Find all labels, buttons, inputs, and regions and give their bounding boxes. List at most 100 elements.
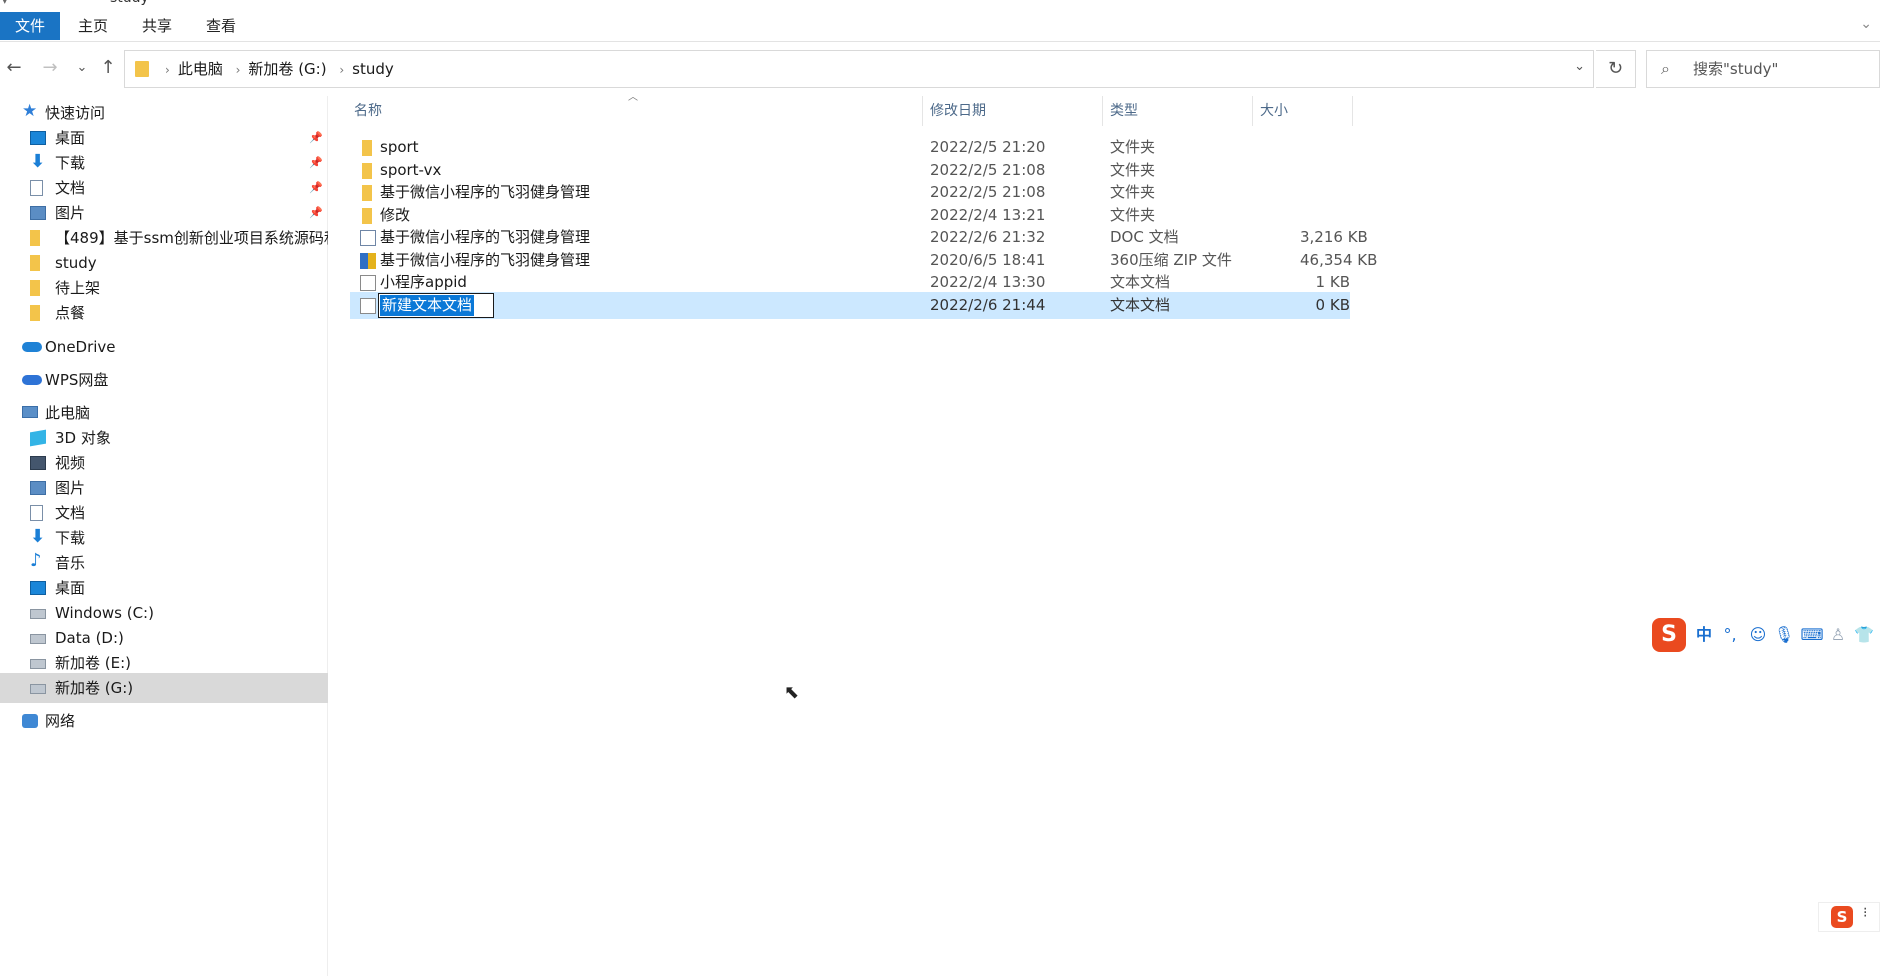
up-button[interactable]: ↑ [96,56,120,80]
drive-icon [30,609,46,619]
star-icon: ★ [22,101,38,121]
chevron-right-icon[interactable]: › [165,63,170,77]
chevron-right-icon[interactable]: › [236,63,241,77]
back-button[interactable]: ← [2,56,26,80]
folder-icon [362,140,372,156]
address-bar[interactable]: › 此电脑 › 新加卷 (G:) › study ⌄ [124,50,1594,88]
3d-objects-icon [30,429,46,447]
recent-locations-button[interactable]: ⌄ [70,56,94,80]
rename-selected-text[interactable]: 新建文本文档 [380,294,475,316]
ime-toolbar: S 中 °, ☺ 🎙 ⌨ ♙ 👕 [1652,618,1880,654]
emoji-icon[interactable]: ☺ [1746,622,1770,648]
file-row[interactable]: 新建文本文档 2022/2/6 21:44 文本文档 0 KB [350,291,1350,319]
address-dropdown-icon[interactable]: ⌄ [1574,59,1585,74]
column-divider[interactable] [922,96,923,126]
folder-icon [135,61,149,77]
rename-input[interactable]: 新建文本文档 [378,292,494,318]
text-file-icon [360,297,376,314]
navigation-bar: ← → ⌄ ↑ › 此电脑 › 新加卷 (G:) › study ⌄ ↻ ⌕ 搜索"s… [0,48,1880,90]
chevron-down-icon[interactable]: ⌄ [1860,16,1872,32]
ime-mode-button[interactable]: 中 [1692,622,1716,648]
sidebar-item[interactable]: WPS网盘 [0,365,328,395]
folder-icon [30,280,40,296]
grip-icon[interactable]: ⁝ [1863,905,1867,921]
column-divider[interactable] [1352,96,1353,126]
sidebar-item-label: 新加卷 (G:) [55,679,134,697]
breadcrumb: › 此电脑 › 新加卷 (G:) › study [157,51,394,87]
drive-icon [30,659,46,669]
skin-icon[interactable]: 👕 [1852,622,1876,648]
sidebar-item-label: 网络 [45,712,76,730]
tab-view[interactable]: 查看 [198,12,244,40]
column-header-type[interactable]: 类型 [1110,96,1138,126]
sidebar-item-label: 点餐 [55,304,86,322]
this-pc-icon [22,406,38,418]
refresh-button[interactable]: ↻ [1596,50,1636,88]
folder-icon [362,185,372,201]
search-placeholder: 搜索"study" [1693,60,1779,78]
doc-file-icon [360,230,376,246]
folder-icon [30,255,40,271]
folder-icon [30,305,40,321]
tab-share[interactable]: 共享 [134,12,180,40]
sort-ascending-icon: ︿ [628,92,638,103]
column-header-name[interactable]: 名称 [354,96,382,126]
column-header-date[interactable]: 修改日期 [930,96,986,126]
title-bar: ▾ study [0,0,1880,8]
file-type: 文本文档 [1110,295,1171,314]
ribbon-tabs: 文件 主页 共享 查看 ⌄ [0,12,1880,42]
file-list: ︿ 名称 修改日期 类型 大小 sport 2022/2/5 21:20 文件夹 sp… [350,92,1377,396]
tab-home[interactable]: 主页 [70,12,116,40]
breadcrumb-this-pc[interactable]: 此电脑 [178,60,223,78]
network-icon [22,714,38,728]
tab-file[interactable]: 文件 [0,12,60,40]
quick-access-toolbar[interactable]: ▾ [2,0,8,7]
zip-file-icon [360,252,376,269]
documents-icon [30,180,43,196]
forward-button[interactable]: → [38,56,62,80]
column-divider[interactable] [1102,96,1103,126]
folder-icon [30,230,40,246]
music-icon: ♪ [30,550,42,571]
breadcrumb-study[interactable]: study [352,60,394,78]
videos-icon [30,456,46,470]
sidebar-item-label: OneDrive [45,338,116,356]
folder-icon [362,162,372,179]
sidebar-item[interactable]: 新加卷 (G:) [0,673,328,703]
keyboard-icon[interactable]: ⌨ [1800,622,1824,648]
ime-punct-button[interactable]: °, [1718,622,1742,648]
file-date: 2022/2/6 21:44 [930,295,1046,314]
search-icon: ⌕ [1661,59,1670,78]
user-icon[interactable]: ♙ [1826,622,1850,648]
drive-icon [30,684,46,694]
download-icon: ⬇ [30,526,46,547]
sidebar-item[interactable]: 网络 [0,706,328,736]
text-file-icon [360,275,376,291]
mouse-cursor: ⬉ [784,682,800,703]
wps-cloud-icon [22,375,42,385]
pictures-icon [30,206,46,220]
sogou-logo-small[interactable]: S [1831,906,1853,928]
sidebar-item-label: WPS网盘 [45,371,109,389]
column-header-size[interactable]: 大小 [1260,96,1288,126]
onedrive-icon [22,342,42,352]
window-title: study [110,0,149,6]
desktop-icon [30,131,46,145]
download-icon: ⬇ [30,151,46,172]
navigation-pane: ★ 快速访问 桌面 📌 ⬇ 下载 📌 文档 📌 图片 📌 【489】基于ssm创新创业项目系统源码和 s… [0,96,328,976]
column-divider[interactable] [1252,96,1253,126]
ime-mini-toolbar: S ⁝ [1818,902,1880,932]
drive-icon [30,634,46,644]
folder-icon [362,207,372,224]
sogou-logo[interactable]: S [1652,618,1686,652]
microphone-icon[interactable]: 🎙 [1772,622,1796,648]
file-size: 0 KB [1315,295,1350,314]
search-input[interactable]: ⌕ 搜索"study" [1646,50,1880,88]
desktop-icon [30,581,46,595]
breadcrumb-drive-g[interactable]: 新加卷 (G:) [248,60,326,78]
sidebar-item[interactable]: 点餐 [0,298,328,328]
sidebar-item[interactable]: OneDrive [0,332,328,362]
pictures-icon [30,481,46,495]
documents-icon [30,505,43,521]
chevron-right-icon[interactable]: › [339,63,344,77]
